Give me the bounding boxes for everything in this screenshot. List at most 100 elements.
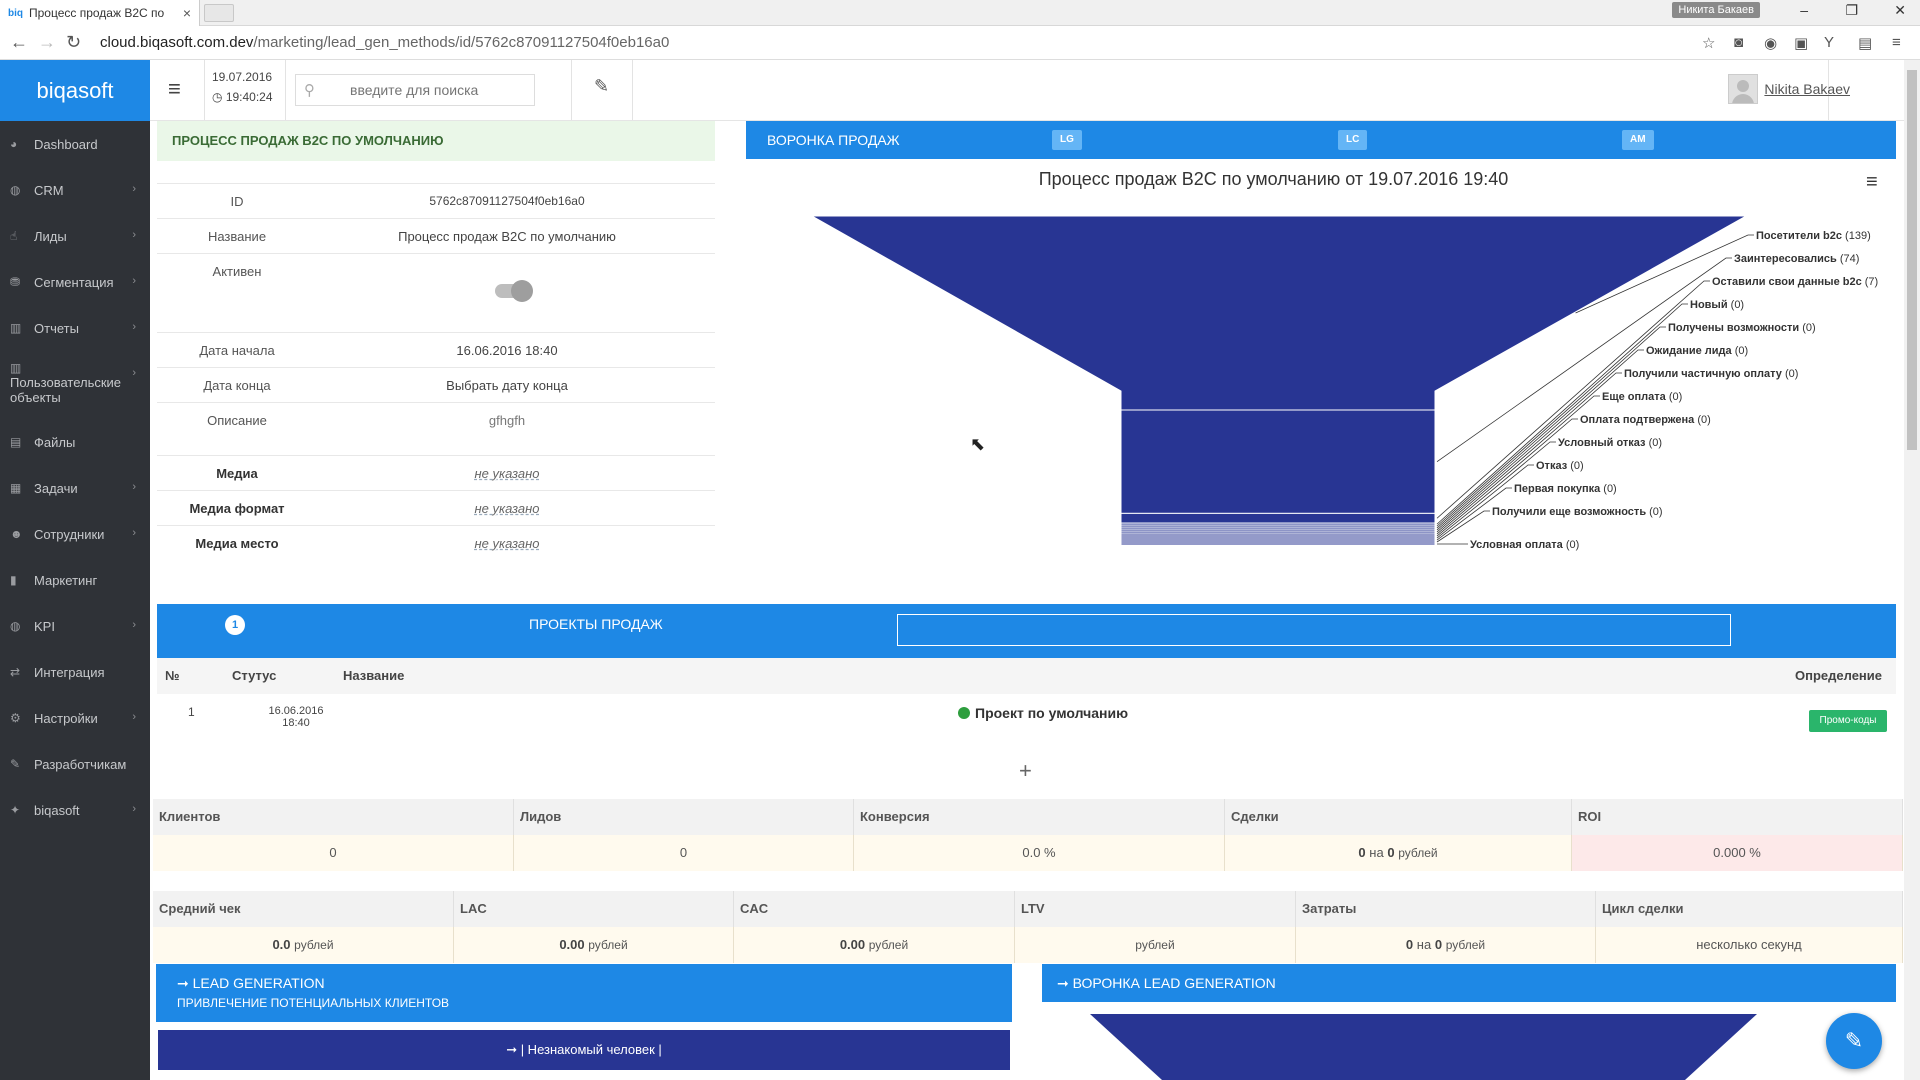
app-logo[interactable]: biqasoft bbox=[0, 60, 150, 121]
chevron-right-icon: › bbox=[132, 321, 136, 333]
sidebar-item-1[interactable]: ◍ CRM › bbox=[0, 167, 150, 213]
row-time-value: 18:40 bbox=[282, 717, 310, 729]
sidebar-item-2[interactable]: ☝ Лиды › bbox=[0, 213, 150, 259]
extension-icon[interactable]: ◉ bbox=[1764, 34, 1777, 52]
search-input[interactable] bbox=[326, 75, 526, 105]
desc-value[interactable]: gfhgfh bbox=[337, 403, 677, 438]
sidebar-item-10[interactable]: ◍ KPI › bbox=[0, 603, 150, 649]
sidebar-item-14[interactable]: ✦ biqasoft › bbox=[0, 787, 150, 833]
scrollbar-thumb[interactable] bbox=[1907, 70, 1917, 450]
back-icon[interactable]: ← bbox=[10, 32, 28, 53]
funnel-label-2: Оставили свои данные b2c (7) bbox=[1712, 276, 1878, 288]
projects-search-input[interactable] bbox=[897, 614, 1731, 646]
files-icon: ▤ bbox=[10, 435, 22, 449]
forward-icon[interactable]: → bbox=[38, 32, 56, 53]
sidebar-item-13[interactable]: ✎ Разработчикам bbox=[0, 741, 150, 787]
costs-mid: на bbox=[1416, 937, 1432, 952]
user-name-link[interactable]: Nikita Bakaev bbox=[1764, 81, 1850, 97]
wand-icon[interactable]: ✎ bbox=[594, 76, 609, 97]
media-value[interactable]: не указано bbox=[337, 456, 677, 491]
browser-tab[interactable]: biq Процесс продаж B2C по × bbox=[0, 0, 200, 26]
browser-menu-icon[interactable]: ≡ bbox=[1892, 34, 1901, 51]
sidebar-item-3[interactable]: ⛃ Сегментация › bbox=[0, 259, 150, 305]
edit-fab-button[interactable]: ✎ bbox=[1826, 1013, 1882, 1069]
badge-am[interactable]: AM bbox=[1622, 130, 1654, 150]
star-icon[interactable]: ☆ bbox=[1702, 34, 1715, 52]
lead-generation-panel[interactable]: ➞ LEAD GENERATION ПРИВЛЕЧЕНИЕ ПОТЕНЦИАЛЬ… bbox=[156, 964, 1012, 1022]
url-field[interactable]: cloud.biqasoft.com.dev/marketing/lead_ge… bbox=[100, 32, 1700, 54]
sidebar-item-0[interactable]: ◕ Dashboard bbox=[0, 121, 150, 167]
sidebar-item-9[interactable]: ▮ Маркетинг bbox=[0, 557, 150, 603]
conversion-header: Конверсия bbox=[854, 799, 1225, 835]
active-label: Активен bbox=[212, 264, 262, 279]
status-dot-icon bbox=[958, 707, 970, 719]
reload-icon[interactable]: ↻ bbox=[66, 32, 81, 53]
project-name-link[interactable]: Проект по умолчанию bbox=[958, 705, 1128, 721]
active-toggle[interactable] bbox=[495, 280, 533, 302]
funnel-header-title: ВОРОНКА ПРОДАЖ bbox=[767, 132, 900, 148]
add-project-icon[interactable]: + bbox=[1019, 758, 1032, 784]
sidebar-item-4[interactable]: ▥ Отчеты › bbox=[0, 305, 150, 351]
sidebar-item-label: Отчеты bbox=[34, 320, 79, 336]
name-value[interactable]: Процесс продаж B2C по умолчанию bbox=[337, 219, 677, 254]
table-row[interactable]: 1 16.06.2016 18:40 Проект по умолчанию Пр… bbox=[157, 694, 1896, 754]
sidebar-item-6[interactable]: ▤ Файлы bbox=[0, 419, 150, 465]
deals-unit: рублей bbox=[1398, 846, 1438, 860]
new-tab-button[interactable] bbox=[204, 4, 234, 22]
pocket-icon[interactable]: ◙ bbox=[1734, 34, 1743, 51]
restore-icon[interactable]: ❐ bbox=[1845, 2, 1858, 19]
page-scrollbar[interactable] bbox=[1904, 60, 1920, 1080]
badge-lg[interactable]: LG bbox=[1052, 130, 1082, 150]
sidebar: ◕ Dashboard ◍ CRM › ☝ Лиды › ⛃ Сегментация › ▥ Отчет… bbox=[0, 121, 150, 1080]
start-date-value[interactable]: 16.06.2016 18:40 bbox=[337, 333, 677, 368]
chevron-right-icon: › bbox=[132, 711, 136, 723]
row-date: 16.06.2016 18:40 bbox=[248, 705, 344, 729]
tab-close-icon[interactable]: × bbox=[183, 5, 191, 21]
chevron-right-icon: › bbox=[132, 803, 136, 815]
browser-profile[interactable]: Никита Бакаев bbox=[1672, 2, 1760, 18]
minimize-icon[interactable]: – bbox=[1800, 2, 1808, 18]
start-label: Дата начала bbox=[199, 343, 275, 358]
stranger-stage-button[interactable]: ➞ | Незнакомый человек | bbox=[158, 1030, 1010, 1070]
time-value: 19:40:24 bbox=[225, 90, 273, 104]
process-title: ПРОЦЕСС ПРОДАЖ B2C ПО УМОЛЧАНИЮ bbox=[157, 121, 715, 161]
tasks-icon: ▦ bbox=[10, 481, 22, 495]
id-label: ID bbox=[230, 194, 244, 209]
segment-icon: ⛃ bbox=[10, 275, 21, 289]
lead-gen-funnel-chart bbox=[1090, 1014, 1757, 1080]
sidebar-item-12[interactable]: ⚙ Настройки › bbox=[0, 695, 150, 741]
end-label: Дата конца bbox=[203, 378, 271, 393]
badge-lc[interactable]: LC bbox=[1338, 130, 1368, 150]
funnel-label-0: Посетители b2c (139) bbox=[1756, 230, 1871, 242]
promo-tag-badge[interactable]: Промо-коды bbox=[1809, 710, 1887, 732]
menu-toggle-icon[interactable]: ≡ bbox=[168, 76, 181, 102]
lead-generation-title: ➞ LEAD GENERATION bbox=[177, 975, 325, 991]
sidebar-item-7[interactable]: ▦ Задачи › bbox=[0, 465, 150, 511]
url-path: /marketing/lead_gen_methods/id/5762c8709… bbox=[253, 34, 670, 51]
employees-icon: ☻ bbox=[10, 527, 23, 541]
close-window-icon[interactable]: ✕ bbox=[1894, 2, 1906, 19]
toggle-knob bbox=[511, 280, 533, 302]
lead-gen-funnel-shape bbox=[1090, 1014, 1757, 1080]
camera-icon[interactable]: ▤ bbox=[1858, 34, 1872, 52]
conversion-value: 0.0 % bbox=[854, 835, 1225, 871]
funnel-label-4: Получены возможности (0) bbox=[1668, 322, 1816, 334]
sidebar-item-label: Интеграция bbox=[34, 664, 105, 680]
avg-check-header: Средний чек bbox=[153, 891, 454, 927]
media-place-value[interactable]: не указано bbox=[337, 526, 677, 561]
search-box[interactable]: ⚲ bbox=[295, 74, 535, 106]
avg-unit: рублей bbox=[294, 938, 334, 952]
sidebar-item-8[interactable]: ☻ Сотрудники › bbox=[0, 511, 150, 557]
lock-extension-icon[interactable]: ▣ bbox=[1794, 34, 1808, 52]
end-date-select[interactable]: Выбрать дату конца bbox=[337, 368, 677, 403]
sidebar-item-5[interactable]: ▥ Пользовательские объекты › bbox=[0, 351, 150, 419]
sidebar-item-11[interactable]: ⇄ Интеграция bbox=[0, 649, 150, 695]
chevron-right-icon: › bbox=[132, 527, 136, 539]
projects-count-badge: 1 bbox=[225, 615, 245, 635]
vpn-icon[interactable]: Y bbox=[1824, 34, 1834, 51]
cycle-value: несколько секунд bbox=[1596, 927, 1903, 963]
deals-header: Сделки bbox=[1225, 799, 1572, 835]
user-menu[interactable]: Nikita Bakaev bbox=[1728, 74, 1850, 104]
media-format-value[interactable]: не указано bbox=[337, 491, 677, 526]
funnel-label-9: Условный отказ (0) bbox=[1558, 437, 1662, 449]
